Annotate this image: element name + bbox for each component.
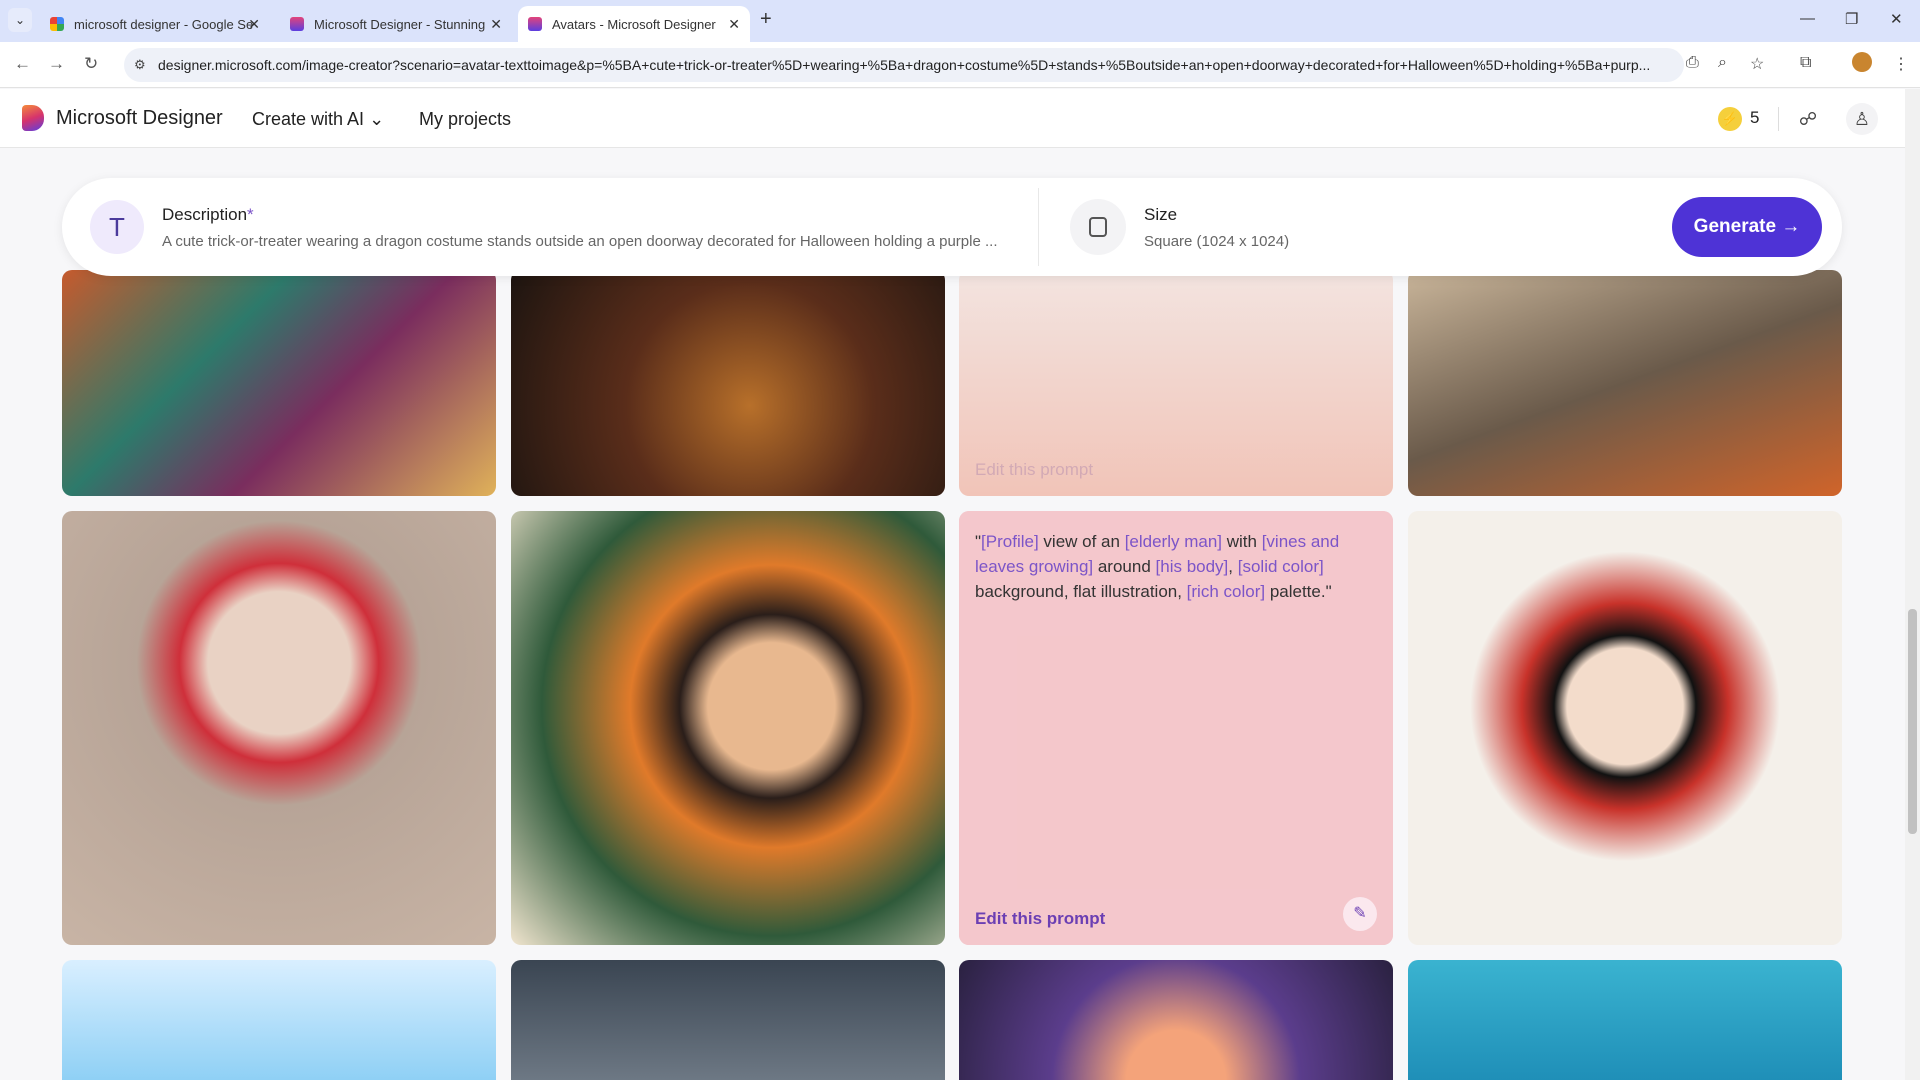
gallery-image[interactable] (1408, 960, 1842, 1080)
gallery-image[interactable] (62, 960, 496, 1080)
restore-button[interactable]: ❐ (1845, 10, 1858, 28)
boost-coin-icon[interactable]: ⚡ (1718, 107, 1742, 131)
extensions-icon[interactable]: ⧉ (1800, 54, 1811, 72)
close-tab-icon[interactable]: ✕ (490, 16, 502, 33)
description-label: Description (162, 205, 248, 224)
prompt-text-segment: with (1222, 532, 1262, 551)
prompt-variable[interactable]: [his body] (1156, 557, 1229, 576)
forward-icon[interactable]: → (48, 54, 65, 74)
prompt-variable[interactable]: [solid color] (1238, 557, 1324, 576)
minimize-button[interactable]: — (1800, 10, 1815, 27)
tab-avatars[interactable]: Avatars - Microsoft Designer ✕ (518, 6, 750, 42)
prompt-text: "[Profile] view of an [elderly man] with… (975, 529, 1377, 604)
chevron-down-icon: ⌄ (369, 109, 385, 129)
my-projects-link[interactable]: My projects (419, 109, 511, 130)
close-tab-icon[interactable]: ✕ (248, 16, 260, 33)
close-window-button[interactable]: ✕ (1890, 10, 1903, 28)
profile-avatar[interactable] (1852, 52, 1872, 72)
tab-google[interactable]: microsoft designer - Google Se ✕ (40, 6, 270, 42)
brand-name[interactable]: Microsoft Designer (56, 107, 223, 130)
prompt-text-segment: palette." (1265, 582, 1332, 601)
required-mark: * (247, 205, 254, 224)
gallery-image[interactable] (62, 511, 496, 945)
size-select[interactable]: Square (1024 x 1024) (1144, 233, 1289, 250)
feedback-icon[interactable]: ☍ (1792, 103, 1824, 135)
create-with-ai-menu[interactable]: Create with AI ⌄ (252, 109, 384, 130)
size-label: Size (1144, 205, 1178, 224)
scrollbar-thumb[interactable] (1908, 609, 1917, 834)
gallery-image[interactable] (511, 960, 945, 1080)
prompt-variable[interactable]: [elderly man] (1125, 532, 1222, 551)
app-header: Microsoft Designer Create with AI ⌄ My p… (0, 89, 1905, 148)
gallery-image[interactable] (511, 511, 945, 945)
prompt-bar: T Description* A cute trick-or-treater w… (62, 178, 1842, 276)
prompt-variable[interactable]: [rich color] (1187, 582, 1265, 601)
site-info-icon[interactable]: ⚙ (134, 48, 146, 82)
designer-icon (290, 17, 304, 31)
url-input[interactable]: ⚙ designer.microsoft.com/image-creator?sc… (124, 48, 1684, 82)
credits-count: 5 (1750, 108, 1760, 127)
back-icon[interactable]: ← (14, 54, 31, 74)
prompt-variable[interactable]: [Profile] (981, 532, 1039, 551)
bookmark-star-icon[interactable]: ☆ (1750, 54, 1764, 74)
tab-bar: ⌄ microsoft designer - Google Se ✕ Micros… (0, 0, 1920, 42)
install-icon[interactable]: ⎙ (1686, 54, 1699, 72)
divider (1778, 107, 1779, 131)
account-icon[interactable]: ♙ (1846, 103, 1878, 135)
designer-logo (22, 105, 44, 131)
gallery-image[interactable] (511, 270, 945, 496)
text-add-icon: T (90, 200, 144, 254)
reload-icon[interactable]: ↻ (84, 54, 98, 74)
new-tab-button[interactable]: + (760, 8, 772, 31)
square-size-icon[interactable] (1070, 199, 1126, 255)
page-scrollbar[interactable] (1905, 89, 1920, 1080)
address-bar-row: ← → ↻ ⚙ designer.microsoft.com/image-crea… (0, 42, 1920, 88)
gallery-image[interactable] (62, 270, 496, 496)
description-input[interactable]: A cute trick-or-treater wearing a dragon… (162, 233, 997, 250)
arrow-right-icon: → (1781, 216, 1801, 237)
edit-prompt-faded: Edit this prompt (975, 460, 1094, 479)
gallery-image[interactable] (959, 960, 1393, 1080)
menu-icon[interactable]: ⋮ (1893, 54, 1909, 74)
prompt-overlay: "[Profile] view of an [elderly man] with… (959, 511, 1393, 945)
gallery-image-hovered[interactable]: "[Profile] view of an [elderly man] with… (959, 511, 1393, 945)
close-tab-icon[interactable]: ✕ (728, 16, 740, 33)
tab-search-button[interactable]: ⌄ (8, 8, 32, 32)
generate-button[interactable]: Generate → (1672, 197, 1822, 257)
prompt-text-segment: , (1228, 557, 1238, 576)
designer-icon (528, 17, 542, 31)
prompt-text-segment: around (1093, 557, 1156, 576)
prompt-text-segment: view of an (1038, 532, 1125, 551)
zoom-icon[interactable]: ⌕ (1718, 54, 1727, 72)
edit-prompt-link[interactable]: Edit this prompt (975, 909, 1105, 929)
edit-image-icon[interactable]: ✎ (1343, 897, 1377, 931)
prompt-text-segment: background, flat illustration, (975, 582, 1187, 601)
gallery-image[interactable] (1408, 511, 1842, 945)
gallery-image[interactable]: Edit this prompt (959, 270, 1393, 496)
divider (1038, 188, 1039, 266)
tab-designer-stunning[interactable]: Microsoft Designer - Stunning ✕ (280, 6, 512, 42)
google-icon (50, 17, 64, 31)
gallery-image[interactable] (1408, 270, 1842, 496)
